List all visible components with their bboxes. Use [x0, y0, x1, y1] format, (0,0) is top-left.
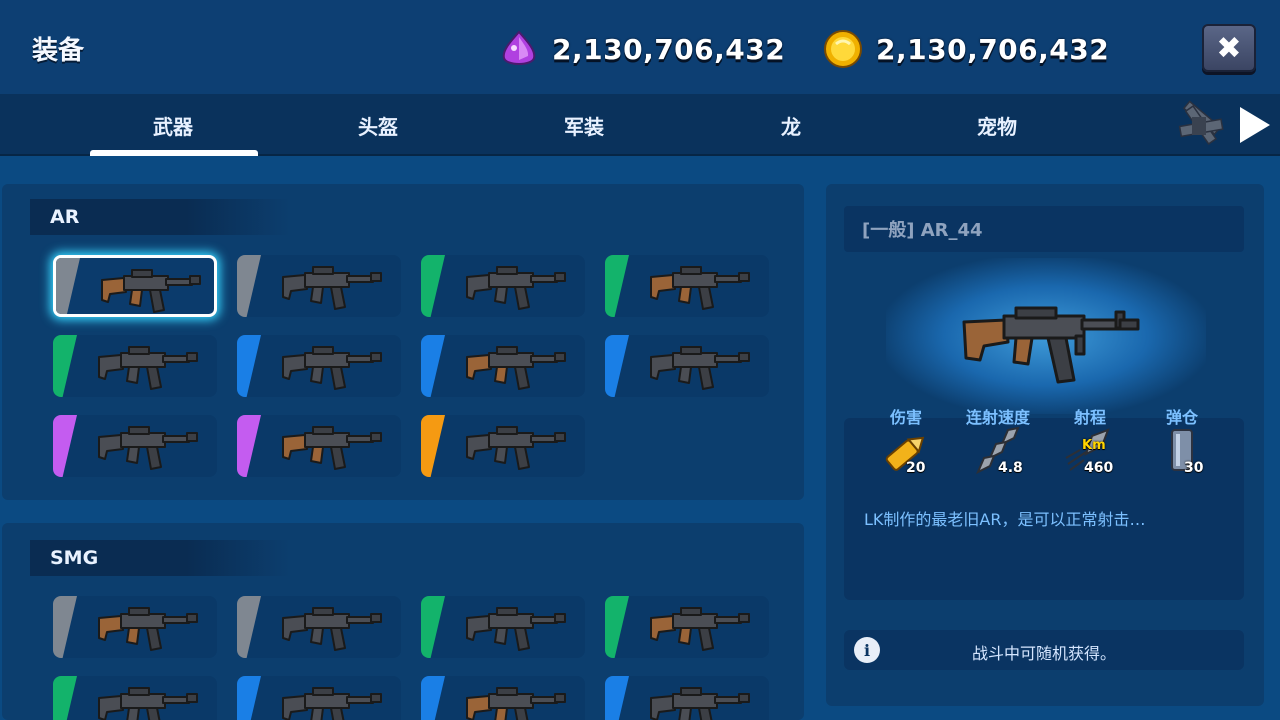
info-text: 战斗中可随机获得。 — [971, 644, 1116, 663]
close-icon: ✖ — [1216, 30, 1242, 66]
rarity-stripe — [421, 596, 445, 658]
weapon-card[interactable] — [421, 676, 585, 720]
weapon-card[interactable] — [53, 335, 217, 397]
weapon-card[interactable] — [237, 255, 401, 317]
weapon-card[interactable] — [53, 415, 217, 477]
weapon-icon — [98, 607, 198, 651]
chevron-right-icon — [1240, 107, 1270, 143]
weapon-icon — [466, 346, 566, 390]
weapon-description: LK制作的最老旧AR，是可以正常射击… — [864, 510, 1146, 529]
close-button[interactable]: ✖ — [1202, 24, 1256, 72]
weapon-card[interactable] — [421, 255, 585, 317]
rarity-stripe — [237, 596, 261, 658]
weapon-card[interactable] — [605, 596, 769, 658]
rarity-stripe — [605, 255, 629, 317]
weapon-icon — [282, 687, 382, 720]
weapon-icon — [466, 687, 566, 720]
tab-bar: 武器 头盔 军装 龙 宠物 — [0, 94, 1280, 156]
rarity-stripe — [53, 415, 77, 477]
weapon-icon — [282, 266, 382, 310]
rarity-stripe — [605, 335, 629, 397]
section-label-smg: SMG — [30, 540, 290, 576]
rarity-stripe — [237, 255, 261, 317]
weapon-card[interactable] — [237, 596, 401, 658]
tab-weapons[interactable]: 武器 — [88, 94, 258, 156]
weapon-name: [一般] AR_44 — [844, 206, 1244, 252]
coin-amount: 2,130,706,432 — [876, 32, 1110, 66]
rarity-stripe — [53, 596, 77, 658]
weapon-preview-image — [962, 306, 1140, 384]
tab-dragon[interactable]: 龙 — [706, 94, 876, 156]
rarity-stripe — [421, 335, 445, 397]
stat-value-damage: 20 — [906, 460, 926, 476]
stat-label-damage: 伤害 — [889, 408, 923, 427]
weapon-card[interactable] — [53, 676, 217, 720]
range-unit: Km — [1082, 438, 1106, 453]
rarity-stripe — [237, 676, 261, 720]
rarity-stripe — [53, 676, 77, 720]
rarity-stripe — [421, 676, 445, 720]
weapon-icon — [282, 346, 382, 390]
coin-currency: 2,130,706,432 — [822, 28, 1109, 70]
weapon-icon — [282, 426, 382, 470]
weapon-card[interactable] — [53, 255, 217, 317]
weapon-card[interactable] — [605, 255, 769, 317]
weapon-icon — [98, 426, 198, 470]
weapon-card[interactable] — [421, 596, 585, 658]
rarity-stripe — [53, 335, 77, 397]
info-bar: i 战斗中可随机获得。 — [844, 630, 1244, 670]
gem-icon — [502, 30, 536, 65]
weapon-card[interactable] — [605, 676, 769, 720]
weapon-detail-panel: [一般] AR_44 伤害 连射速度 射程 弹仓 20 4.8 Km 460 3… — [826, 184, 1264, 706]
stat-label-magazine: 弹仓 — [1165, 408, 1199, 427]
weapon-card[interactable] — [237, 415, 401, 477]
weapon-icon — [650, 346, 750, 390]
rarity-stripe — [56, 258, 80, 314]
rarity-stripe — [237, 335, 261, 397]
weapon-stack-icon — [1178, 100, 1224, 146]
rarity-stripe — [421, 415, 445, 477]
weapon-icon — [466, 266, 566, 310]
weapon-icon — [98, 346, 198, 390]
next-tab-button[interactable] — [1170, 94, 1280, 156]
rarity-stripe — [605, 676, 629, 720]
weapon-icon — [98, 687, 198, 720]
weapon-icon — [101, 269, 201, 313]
weapon-card[interactable] — [421, 415, 585, 477]
weapon-icon — [466, 426, 566, 470]
stat-value-magazine: 30 — [1184, 460, 1204, 476]
stat-value-range: 460 — [1084, 460, 1114, 476]
gem-amount: 2,130,706,432 — [552, 32, 786, 66]
weapon-icon — [282, 607, 382, 651]
stat-value-fire-rate: 4.8 — [998, 460, 1023, 476]
weapon-card[interactable] — [237, 335, 401, 397]
weapon-icon — [650, 687, 750, 720]
rarity-stripe — [421, 255, 445, 317]
weapon-card[interactable] — [421, 335, 585, 397]
weapon-icon — [650, 607, 750, 651]
stats-box: 伤害 连射速度 射程 弹仓 20 4.8 Km 460 30 LK制作的最老旧A… — [844, 408, 1244, 600]
tab-pet[interactable]: 宠物 — [912, 94, 1082, 156]
weapon-card[interactable] — [237, 676, 401, 720]
tab-uniform[interactable]: 军装 — [499, 94, 669, 156]
gem-currency: 2,130,706,432 — [498, 28, 785, 70]
coin-icon — [824, 30, 862, 68]
tab-helmet[interactable]: 头盔 — [293, 94, 463, 156]
weapon-icon — [650, 266, 750, 310]
weapon-card[interactable] — [605, 335, 769, 397]
rarity-stripe — [237, 415, 261, 477]
page-title: 装备 — [32, 36, 85, 66]
section-label-ar: AR — [30, 199, 290, 235]
weapon-icon — [466, 607, 566, 651]
weapon-card[interactable] — [53, 596, 217, 658]
rarity-stripe — [605, 596, 629, 658]
